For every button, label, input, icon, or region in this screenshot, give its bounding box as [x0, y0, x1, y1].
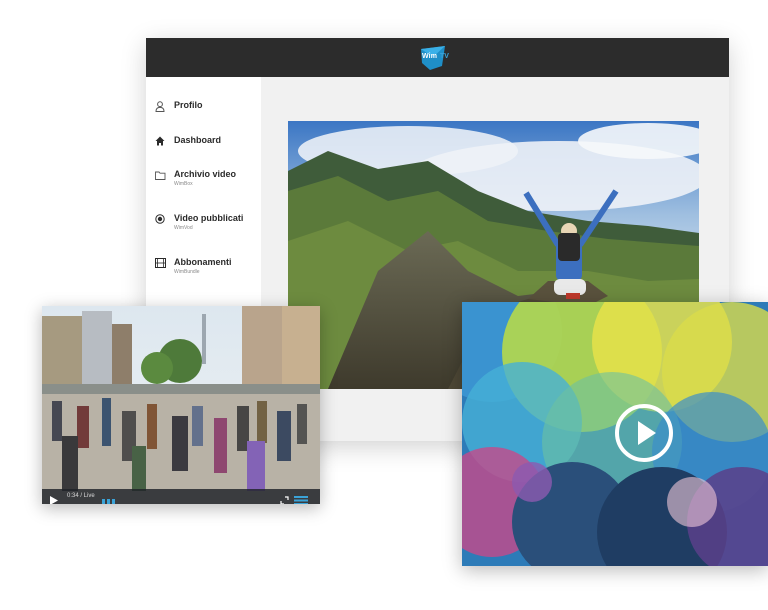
play-circle-icon[interactable]: [614, 403, 674, 463]
record-icon: [154, 213, 166, 225]
sidebar-item-sublabel: WimBox: [174, 181, 193, 187]
menu-icon[interactable]: [294, 492, 308, 504]
logo-text: Wim: [422, 52, 438, 60]
sidebar-item-label: Archivio video: [174, 169, 237, 179]
play-icon[interactable]: [50, 492, 58, 504]
sidebar-item-sublabel: WimVod: [174, 225, 193, 231]
street-video-player[interactable]: 0:34 / Live: [42, 306, 320, 504]
logo-suffix: TV: [440, 52, 449, 60]
wimtv-logo[interactable]: Wim TV: [418, 44, 449, 71]
user-icon: [154, 100, 166, 112]
sidebar-item-label: Abbonamenti: [174, 257, 232, 267]
sidebar-item-label: Video pubblicati: [174, 213, 244, 223]
top-bar: Wim TV: [146, 38, 729, 77]
home-icon: [154, 135, 166, 147]
sidebar-item-label: Profilo: [174, 100, 203, 110]
sidebar-item-label: Dashboard: [174, 135, 222, 145]
film-icon: [154, 257, 166, 269]
expand-icon[interactable]: [280, 492, 289, 504]
video-controls-bar: 0:34 / Live: [42, 489, 320, 504]
signal-bars-icon: [102, 493, 116, 504]
street-video-frame: [42, 306, 320, 504]
festival-video-thumbnail[interactable]: [462, 302, 768, 566]
sidebar-item-sublabel: WimBundle: [174, 269, 200, 275]
logo-mark-icon: Wim TV: [418, 45, 449, 71]
folder-icon: [154, 169, 166, 181]
playback-time: 0:34 / Live: [67, 493, 95, 499]
